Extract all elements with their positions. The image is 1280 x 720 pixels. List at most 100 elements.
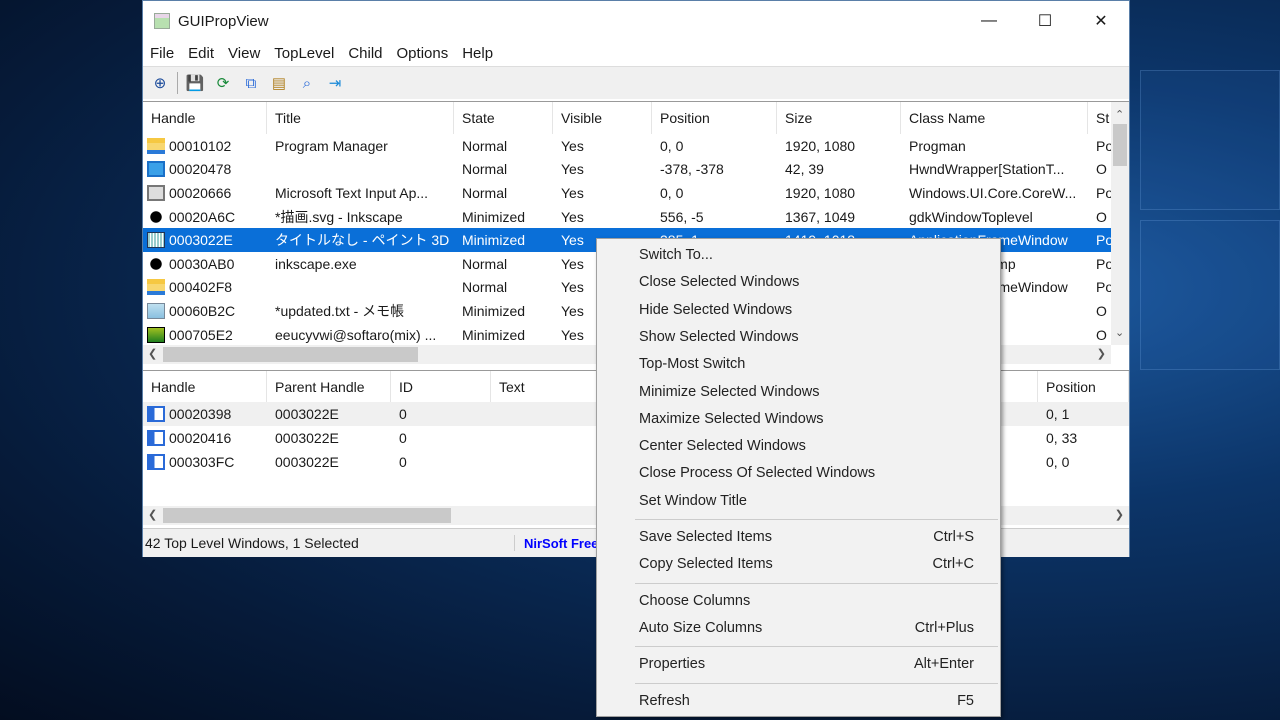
menu-item-shortcut: Ctrl+Plus bbox=[914, 619, 974, 636]
status-count: 42 Top Level Windows, 1 Selected bbox=[143, 535, 515, 551]
menu-item-switch-to[interactable]: Switch To... bbox=[597, 242, 1000, 268]
menu-item-choose-columns[interactable]: Choose Columns bbox=[597, 588, 1000, 614]
table-row[interactable]: 00020666 Microsoft Text Input Ap... Normal… bbox=[143, 181, 1129, 205]
scroll-right-icon[interactable]: ❯ bbox=[1115, 508, 1124, 521]
cell-state: Minimized bbox=[454, 232, 553, 248]
cell-text: 00020398 bbox=[169, 405, 232, 422]
menu-toplevel[interactable]: TopLevel bbox=[267, 45, 341, 62]
menu-item-label: Top-Most Switch bbox=[639, 356, 746, 373]
cell-text: 0003022E bbox=[275, 405, 339, 422]
menu-item-copy-selected-items[interactable]: Copy Selected Items Ctrl+C bbox=[597, 551, 1000, 577]
column-header-size[interactable]: Size bbox=[777, 102, 901, 134]
cell-state: Minimized bbox=[454, 209, 553, 225]
minimize-button[interactable]: — bbox=[961, 1, 1017, 41]
menu-item-label: Switch To... bbox=[639, 247, 713, 263]
desktop-window-pane bbox=[1140, 70, 1280, 210]
cell-text: 00020416 bbox=[169, 429, 232, 446]
menu-item-maximize-selected-windows[interactable]: Maximize Selected Windows bbox=[597, 406, 1000, 432]
cell-text: Microsoft Text Input Ap... bbox=[275, 184, 429, 201]
target-icon[interactable]: ⊕ bbox=[149, 72, 171, 94]
cell-visible: Yes bbox=[553, 161, 652, 177]
menu-item-top-most-switch[interactable]: Top-Most Switch bbox=[597, 351, 1000, 377]
menu-item-hide-selected-windows[interactable]: Hide Selected Windows bbox=[597, 297, 1000, 323]
copy-icon[interactable]: ⧉ bbox=[240, 72, 262, 94]
cell-position: 0, 0 bbox=[1038, 454, 1129, 470]
menu-item-label: Show Selected Windows bbox=[639, 328, 799, 345]
menu-item-center-selected-windows[interactable]: Center Selected Windows bbox=[597, 433, 1000, 459]
cell-text: Normal bbox=[462, 279, 508, 296]
menu-file[interactable]: File bbox=[143, 45, 181, 62]
table-row[interactable]: 00010102 Program Manager Normal Yes 0, 0 1920… bbox=[143, 134, 1129, 158]
cell-text: HwndWrapper[StationT... bbox=[909, 161, 1065, 178]
menu-item-close-selected-windows[interactable]: Close Selected Windows bbox=[597, 269, 1000, 295]
maximize-button[interactable]: ☐ bbox=[1017, 1, 1073, 41]
column-header-visible[interactable]: Visible bbox=[553, 102, 652, 134]
scroll-right-icon[interactable]: ❯ bbox=[1097, 347, 1106, 360]
column-header-id[interactable]: ID bbox=[391, 371, 491, 403]
menu-edit[interactable]: Edit bbox=[181, 45, 221, 62]
find-icon[interactable]: ⌕ bbox=[296, 72, 318, 94]
column-header-position[interactable]: Position bbox=[652, 102, 777, 134]
scroll-thumb[interactable] bbox=[163, 508, 451, 523]
menu-item-save-selected-items[interactable]: Save Selected Items Ctrl+S bbox=[597, 524, 1000, 550]
scroll-left-icon[interactable]: ❮ bbox=[148, 347, 157, 360]
cell-text: 000705E2 bbox=[169, 326, 233, 343]
menu-item-show-selected-windows[interactable]: Show Selected Windows bbox=[597, 324, 1000, 350]
menu-item-auto-size-columns[interactable]: Auto Size Columns Ctrl+Plus bbox=[597, 615, 1000, 641]
cell-text: *updated.txt - メモ帳 bbox=[275, 302, 405, 319]
cell-class-name: Windows.UI.Core.CoreW... bbox=[901, 185, 1088, 201]
menu-view[interactable]: View bbox=[221, 45, 267, 62]
menu-help[interactable]: Help bbox=[455, 45, 500, 62]
column-header-title[interactable]: Title bbox=[267, 102, 454, 134]
cell-text: 00020A6C bbox=[169, 208, 236, 225]
menu-item-refresh[interactable]: Refresh F5 bbox=[597, 688, 1000, 714]
vertical-scrollbar[interactable]: ⌃ ⌄ bbox=[1111, 102, 1129, 345]
cell-text: Minimized bbox=[462, 232, 526, 249]
cell-visible: Yes bbox=[553, 185, 652, 201]
menu-item-set-window-title[interactable]: Set Window Title bbox=[597, 488, 1000, 514]
exit-icon[interactable]: ⇥ bbox=[324, 72, 346, 94]
column-header-position[interactable]: Position bbox=[1038, 371, 1129, 403]
scroll-down-icon[interactable]: ⌄ bbox=[1115, 326, 1124, 339]
cell-id: 0 bbox=[391, 430, 491, 446]
cell-state: Normal bbox=[454, 138, 553, 154]
column-header-state[interactable]: State bbox=[454, 102, 553, 134]
table-row[interactable]: 00020478 Normal Yes -378, -378 42, 39 HwndWra… bbox=[143, 158, 1129, 182]
close-button[interactable]: ✕ bbox=[1073, 1, 1129, 41]
menu-item-properties[interactable]: Properties Alt+Enter bbox=[597, 651, 1000, 677]
menu-options[interactable]: Options bbox=[390, 45, 456, 62]
column-header-parent-handle[interactable]: Parent Handle bbox=[267, 371, 391, 403]
list-header: Handle Title State Visible Position Size Class… bbox=[143, 102, 1129, 134]
cell-handle: 00020416 bbox=[143, 429, 267, 446]
menu-separator bbox=[635, 519, 998, 520]
cell-title: タイトルなし - ペイント 3D bbox=[267, 230, 454, 250]
cell-handle: 00060B2C bbox=[143, 302, 267, 319]
menu-item-label: Refresh bbox=[639, 692, 690, 709]
menu-item-close-process-of-selected-windows[interactable]: Close Process Of Selected Windows bbox=[597, 460, 1000, 486]
cell-text: Yes bbox=[561, 255, 584, 272]
cell-title: eeucyvwi@softaro(mix) ... bbox=[267, 327, 454, 343]
cell-state: Normal bbox=[454, 279, 553, 295]
scroll-thumb[interactable] bbox=[1113, 124, 1127, 166]
cell-text: 0, 33 bbox=[1046, 429, 1078, 446]
table-row[interactable]: 00020A6C *描画.svg - Inkscape Minimized Yes 55… bbox=[143, 205, 1129, 229]
properties-icon[interactable]: ▤ bbox=[268, 72, 290, 94]
cell-handle: 000402F8 bbox=[143, 279, 267, 296]
menu-item-label: Center Selected Windows bbox=[639, 438, 806, 455]
cell-text: 556, -5 bbox=[660, 208, 704, 225]
column-header-class-name[interactable]: Class Name bbox=[901, 102, 1088, 134]
cell-text: 0 bbox=[399, 429, 407, 446]
menu-child[interactable]: Child bbox=[341, 45, 389, 62]
column-header-handle[interactable]: Handle bbox=[143, 102, 267, 134]
scroll-up-icon[interactable]: ⌃ bbox=[1115, 108, 1124, 121]
scroll-left-icon[interactable]: ❮ bbox=[148, 508, 157, 521]
refresh-icon[interactable]: ⟳ bbox=[212, 72, 234, 94]
scroll-thumb[interactable] bbox=[163, 347, 418, 362]
title-bar[interactable]: GUIPropView — ☐ ✕ bbox=[143, 1, 1129, 41]
cell-text: 0003022E bbox=[275, 453, 339, 470]
cell-state: Normal bbox=[454, 185, 553, 201]
save-icon[interactable]: 💾 bbox=[184, 72, 206, 94]
cell-handle: 000705E2 bbox=[143, 326, 267, 343]
column-header-handle[interactable]: Handle bbox=[143, 371, 267, 403]
menu-item-minimize-selected-windows[interactable]: Minimize Selected Windows bbox=[597, 379, 1000, 405]
